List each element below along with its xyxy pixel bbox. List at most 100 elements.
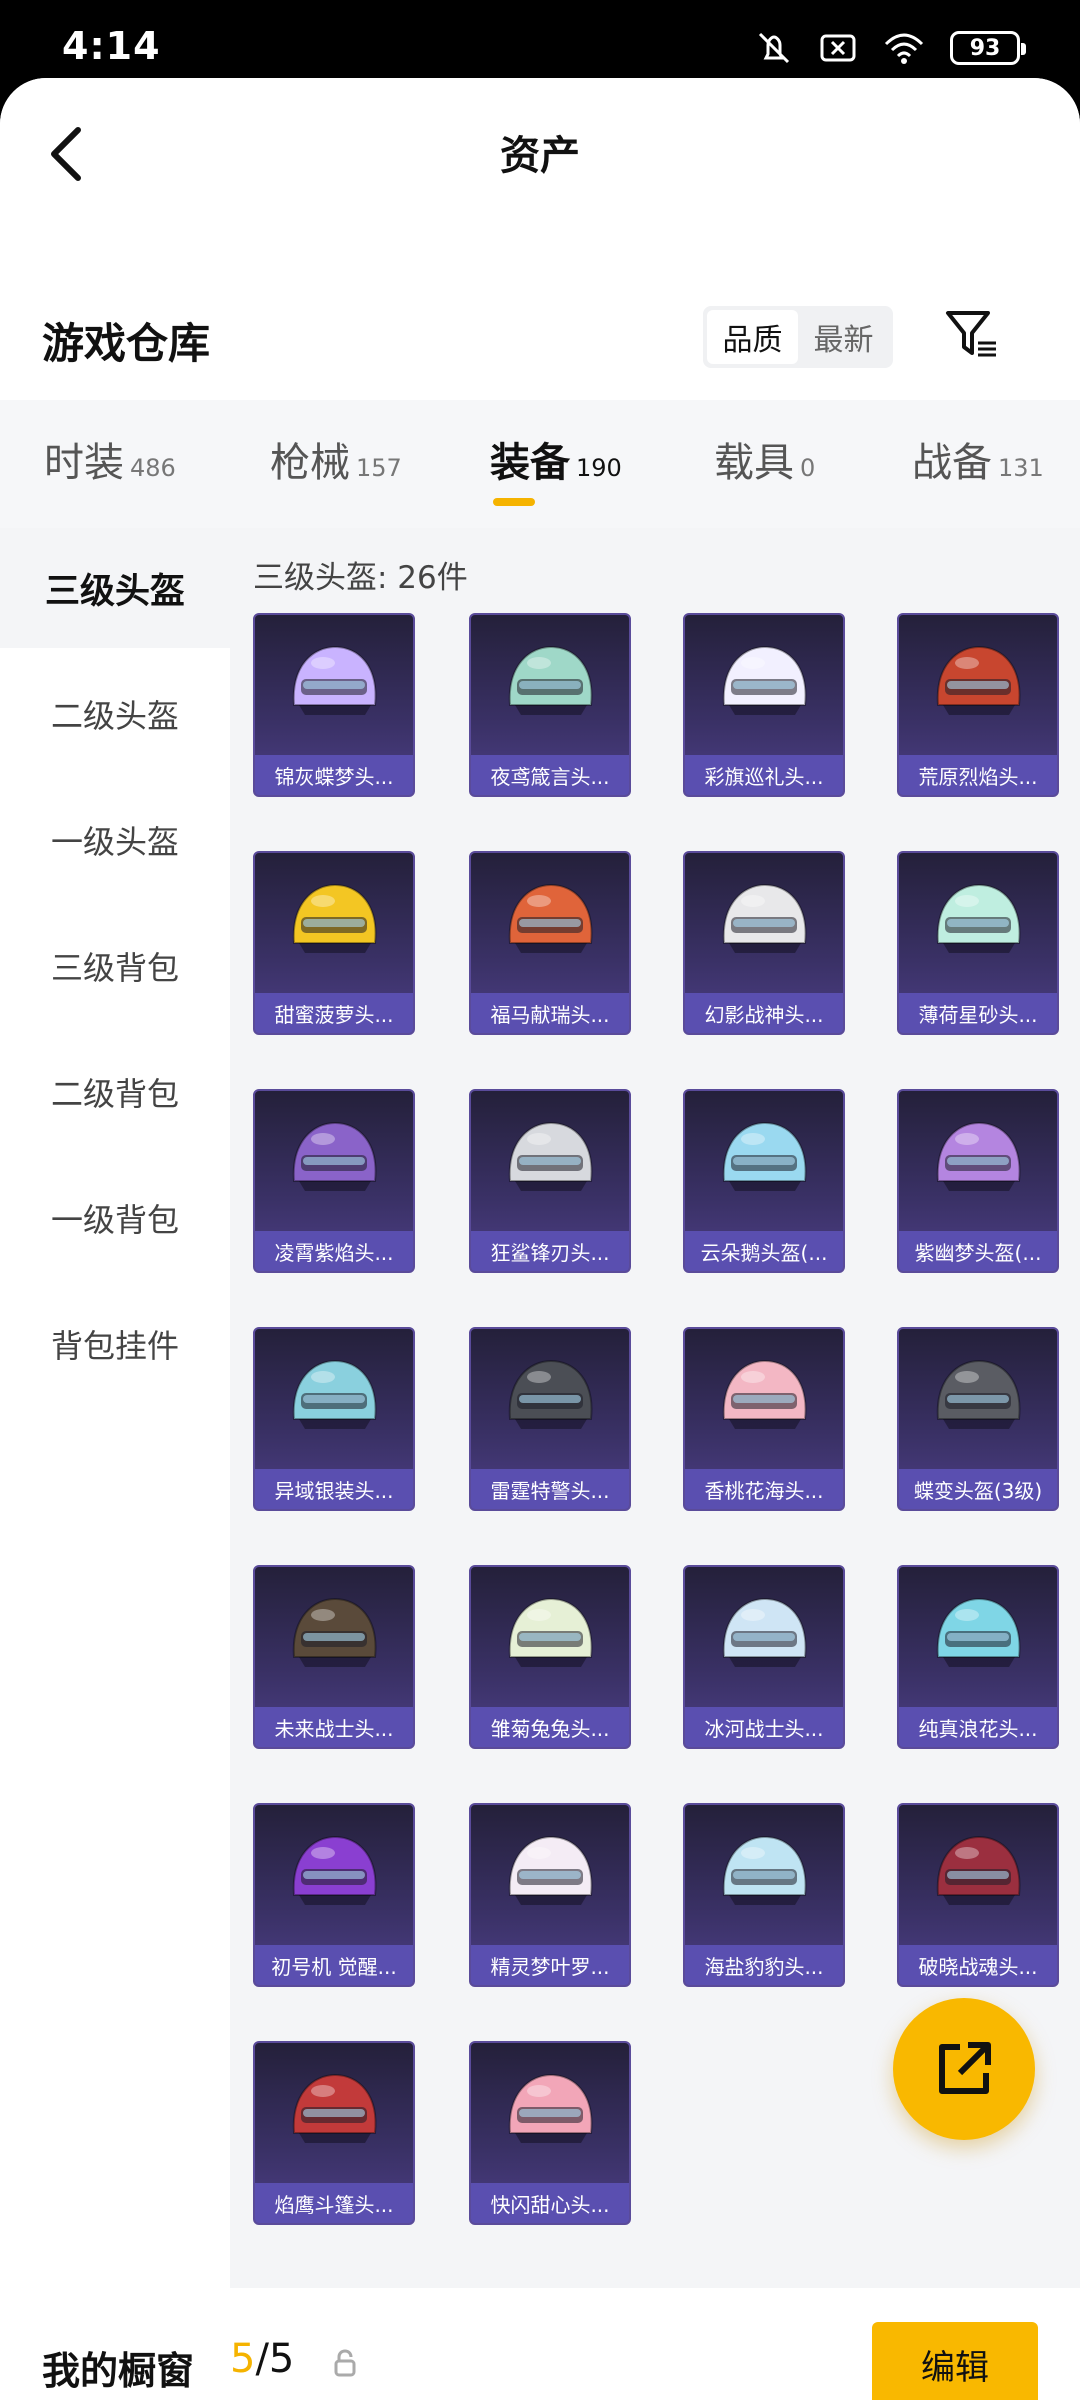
helmet-icon [899,1805,1057,1945]
item-card-label: 海盐豹豹头... [685,1945,843,1985]
category-tabs: 时装 486 枪械 157 装备 190 载具 0 战备 131 [0,400,1080,528]
tab-equipment[interactable]: 装备 190 [490,430,622,488]
helmet-icon [471,853,629,993]
item-card[interactable]: 香桃花海头... [683,1327,845,1511]
tab-count: 190 [576,454,622,482]
item-card-label: 焰鹰斗篷头... [255,2183,413,2223]
helmet-icon [899,1091,1057,1231]
showcase-total: /5 [255,2336,295,2382]
tab-label: 枪械 [270,440,350,486]
item-card[interactable]: 破晓战魂头... [897,1803,1059,1987]
item-card[interactable]: 精灵梦叶罗... [469,1803,631,1987]
sidebar-item-level1-helmet[interactable]: 一级头盔 [0,780,230,900]
tab-count: 131 [998,454,1044,482]
tab-fashion[interactable]: 时装 486 [44,430,176,488]
bottom-bar: 我的橱窗 5/5 编辑 [0,2288,1080,2400]
helmet-icon [255,1805,413,1945]
item-card-label: 夜鸢箴言头... [471,755,629,795]
sidebar-item-backpack-charm[interactable]: 背包挂件 [0,1284,230,1404]
item-card[interactable]: 雏菊兔兔头... [469,1565,631,1749]
tab-count: 157 [356,454,402,482]
item-card-label: 锦灰蝶梦头... [255,755,413,795]
sidebar-item-level3-backpack[interactable]: 三级背包 [0,906,230,1026]
filter-button[interactable] [942,304,1002,364]
item-card[interactable]: 夜鸢箴言头... [469,613,631,797]
item-card[interactable]: 薄荷星砂头... [897,851,1059,1035]
item-card[interactable]: 异域银装头... [253,1327,415,1511]
item-card-label: 未来战士头... [255,1707,413,1747]
share-fab[interactable] [893,1998,1035,2140]
mute-icon [758,32,790,64]
helmet-icon [685,1329,843,1469]
sort-toggle: 品质 最新 [703,306,893,368]
item-card[interactable]: 纯真浪花头... [897,1565,1059,1749]
helmet-icon [471,1329,629,1469]
sidebar-item-level3-helmet[interactable]: 三级头盔 [0,528,230,648]
helmet-icon [471,615,629,755]
page-title: 资产 [500,133,580,179]
warehouse-title: 游戏仓库 [42,319,211,368]
item-card-label: 荒原烈焰头... [899,755,1057,795]
status-icons: 93 [754,26,1026,70]
tab-count: 486 [130,454,176,482]
item-card-label: 彩旗巡礼头... [685,755,843,795]
item-card[interactable]: 凌霄紫焰头... [253,1089,415,1273]
helmet-icon [899,615,1057,755]
item-card[interactable]: 锦灰蝶梦头... [253,613,415,797]
item-card[interactable]: 初号机 觉醒... [253,1803,415,1987]
status-time: 4:14 [62,24,161,68]
item-card-label: 香桃花海头... [685,1469,843,1509]
sidebar-item-level2-helmet[interactable]: 二级头盔 [0,654,230,774]
item-card[interactable]: 幻影战神头... [683,851,845,1035]
item-card-label: 福马献瑞头... [471,993,629,1033]
item-card[interactable]: 未来战士头... [253,1565,415,1749]
helmet-icon [471,1091,629,1231]
item-card-label: 薄荷星砂头... [899,993,1057,1033]
lock-icon [334,2349,356,2377]
item-card-label: 快闪甜心头... [471,2183,629,2223]
sort-newest[interactable]: 最新 [798,310,889,364]
item-card[interactable]: 荒原烈焰头... [897,613,1059,797]
tab-vehicles[interactable]: 载具 0 [714,430,815,488]
edit-button[interactable]: 编辑 [872,2322,1038,2400]
item-card-label: 破晓战魂头... [899,1945,1057,1985]
helmet-icon [685,1805,843,1945]
filter-icon [946,311,996,357]
tab-label: 载具 [714,440,794,486]
item-card[interactable]: 海盐豹豹头... [683,1803,845,1987]
helmet-icon [685,615,843,755]
showcase-label: 我的橱窗 [42,2349,195,2393]
sidebar-item-level1-backpack[interactable]: 一级背包 [0,1158,230,1278]
assets-sheet: 资产 游戏仓库 品质 最新 时装 486 枪械 157 装备 190 载具 0 … [0,78,1080,2400]
helmet-icon [471,1567,629,1707]
item-card-label: 狂鲨锋刃头... [471,1231,629,1271]
item-card-label: 冰河战士头... [685,1707,843,1747]
tab-label: 战备 [912,440,992,486]
item-card[interactable]: 紫幽梦头盔(... [897,1089,1059,1273]
helmet-icon [899,1329,1057,1469]
external-link-icon [939,2042,991,2094]
sort-quality[interactable]: 品质 [707,310,798,364]
item-card[interactable]: 甜蜜菠萝头... [253,851,415,1035]
sidebar-item-level2-backpack[interactable]: 二级背包 [0,1032,230,1152]
item-card[interactable]: 狂鲨锋刃头... [469,1089,631,1273]
item-card[interactable]: 雷霆特警头... [469,1327,631,1511]
helmet-icon [899,853,1057,993]
item-card[interactable]: 冰河战士头... [683,1565,845,1749]
helmet-icon [471,2043,629,2183]
item-card[interactable]: 快闪甜心头... [469,2041,631,2225]
item-card[interactable]: 云朵鹅头盔(... [683,1089,845,1273]
item-card[interactable]: 焰鹰斗篷头... [253,2041,415,2225]
item-card[interactable]: 彩旗巡礼头... [683,613,845,797]
tab-guns[interactable]: 枪械 157 [270,430,402,488]
helmet-icon [685,1091,843,1231]
helmet-icon [255,1567,413,1707]
tab-battle-gear[interactable]: 战备 131 [912,430,1044,488]
tab-count: 0 [800,454,816,482]
item-card[interactable]: 福马献瑞头... [469,851,631,1035]
item-card-label: 蝶变头盔(3级) [899,1469,1057,1509]
item-card[interactable]: 蝶变头盔(3级) [897,1327,1059,1511]
tab-label: 装备 [490,440,570,486]
sim-off-icon [820,34,856,62]
helmet-icon [255,615,413,755]
